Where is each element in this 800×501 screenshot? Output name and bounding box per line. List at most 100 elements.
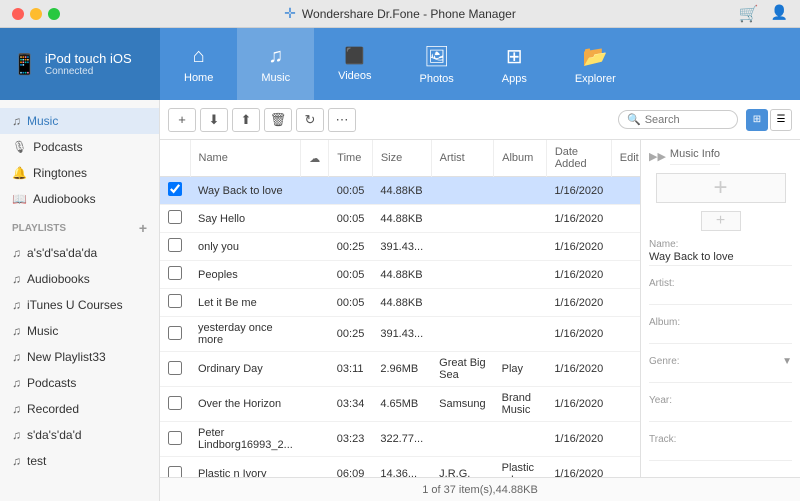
delete-button[interactable]: 🗑: [264, 108, 292, 132]
sidebar-playlist-itunesu[interactable]: ♫ iTunes U Courses: [0, 292, 159, 318]
search-input[interactable]: [645, 114, 725, 126]
more-button[interactable]: ⋯: [328, 108, 356, 132]
playlist-icon-5: ♫: [12, 376, 21, 390]
sidebar-item-ringtones[interactable]: 🔔 Ringtones: [0, 160, 159, 186]
table-container: Name ☁ Time Size Artist Album Date Added…: [160, 140, 800, 477]
sidebar-playlist-music2[interactable]: ♫ Music: [0, 318, 159, 344]
info-track-label: Track:: [649, 434, 792, 445]
row-cloud: [301, 289, 329, 317]
nav-apps-label: Apps: [502, 73, 527, 85]
grid-view-button[interactable]: ⊞: [746, 109, 768, 131]
genre-dropdown-icon[interactable]: ▼: [782, 356, 792, 367]
sidebar-music-label: Music: [27, 114, 58, 128]
row-edit: [611, 205, 640, 233]
table-row[interactable]: Peter Lindborg16993_2... 03:23 322.77...…: [160, 422, 640, 457]
nav-explorer[interactable]: 📂 Explorer: [551, 28, 640, 100]
music-note-icon: ♫: [12, 114, 21, 128]
row-checkbox[interactable]: [168, 182, 182, 196]
nav-photos[interactable]: 🖼 Photos: [396, 28, 478, 100]
table-row[interactable]: Peoples 00:05 44.88KB 1/16/2020: [160, 261, 640, 289]
playlist-label-7: s'da's'da'd: [27, 428, 82, 442]
row-artist: [431, 205, 493, 233]
sidebar-item-podcasts[interactable]: 🎙 Podcasts: [0, 134, 159, 160]
sidebar-playlist-asdada[interactable]: ♫ a's'd'sa'da'da: [0, 240, 159, 266]
row-checkbox[interactable]: [168, 294, 182, 308]
device-name: iPod touch iOS: [45, 51, 132, 66]
row-checkbox[interactable]: [168, 238, 182, 252]
row-checkbox[interactable]: [168, 396, 182, 410]
maximize-button[interactable]: [48, 8, 60, 20]
sidebar-playlist-sdad[interactable]: ♫ s'da's'da'd: [0, 422, 159, 448]
row-album: [494, 261, 547, 289]
sidebar-playlist-audiobooks[interactable]: ♫ Audiobooks: [0, 266, 159, 292]
row-checkbox-cell[interactable]: [160, 205, 190, 233]
list-view-button[interactable]: ☰: [770, 109, 792, 131]
info-name-value: Way Back to love: [649, 251, 792, 266]
nav-home[interactable]: ⌂ Home: [160, 28, 237, 100]
table-row[interactable]: yesterday once more 00:25 391.43... 1/16…: [160, 317, 640, 352]
row-artist: Great Big Sea: [431, 352, 493, 387]
row-checkbox-cell[interactable]: [160, 261, 190, 289]
row-checkbox[interactable]: [168, 326, 182, 340]
close-button[interactable]: [12, 8, 24, 20]
row-checkbox[interactable]: [168, 361, 182, 375]
table-row[interactable]: Plastic n Ivory 06:09 14.36... J.R.G. Pl…: [160, 457, 640, 478]
sidebar-podcasts-label: Podcasts: [33, 140, 82, 154]
row-checkbox-cell[interactable]: [160, 317, 190, 352]
row-checkbox[interactable]: [168, 431, 182, 445]
table-row[interactable]: Let it Be me 00:05 44.88KB 1/16/2020: [160, 289, 640, 317]
row-size: 44.88KB: [372, 289, 431, 317]
add-track-button[interactable]: +: [168, 108, 196, 132]
playlist-label-6: Recorded: [27, 402, 79, 416]
row-checkbox-cell[interactable]: [160, 422, 190, 457]
info-name-label: Name:: [649, 239, 792, 250]
sidebar-playlist-podcasts[interactable]: ♫ Podcasts: [0, 370, 159, 396]
row-checkbox-cell[interactable]: [160, 457, 190, 478]
info-genre-value: [649, 368, 792, 383]
row-artist: [431, 177, 493, 205]
sidebar-item-music[interactable]: ♫ Music: [0, 108, 159, 134]
import-button[interactable]: ⬇: [200, 108, 228, 132]
cart-icon[interactable]: 🛒: [739, 4, 759, 24]
row-checkbox-cell[interactable]: [160, 233, 190, 261]
row-checkbox-cell[interactable]: [160, 177, 190, 205]
row-date: 1/16/2020: [546, 205, 611, 233]
playlists-label: PLAYLISTS: [12, 223, 66, 234]
nav-music[interactable]: ♫ Music: [237, 28, 314, 100]
sidebar-playlist-test[interactable]: ♫ test: [0, 448, 159, 474]
nav-apps[interactable]: ⊞ Apps: [478, 28, 551, 100]
row-cloud: [301, 233, 329, 261]
export-button[interactable]: ⬆: [232, 108, 260, 132]
album-art-plus-icon: +: [713, 174, 727, 202]
playlist-label-1: Audiobooks: [27, 272, 90, 286]
playlist-label-3: Music: [27, 324, 58, 338]
table-row[interactable]: Ordinary Day 03:11 2.96MB Great Big Sea …: [160, 352, 640, 387]
info-album-value: [649, 329, 792, 344]
apps-icon: ⊞: [506, 44, 523, 69]
row-checkbox[interactable]: [168, 210, 182, 224]
ringtone-icon: 🔔: [12, 166, 27, 180]
row-checkbox-cell[interactable]: [160, 387, 190, 422]
row-time: 03:11: [329, 352, 373, 387]
table-row[interactable]: Over the Horizon 03:34 4.65MB Samsung Br…: [160, 387, 640, 422]
row-size: 391.43...: [372, 233, 431, 261]
minimize-button[interactable]: [30, 8, 42, 20]
table-row[interactable]: Way Back to love 00:05 44.88KB 1/16/2020: [160, 177, 640, 205]
sidebar-item-audiobooks[interactable]: 📖 Audiobooks: [0, 186, 159, 212]
table-row[interactable]: Say Hello 00:05 44.88KB 1/16/2020: [160, 205, 640, 233]
row-checkbox-cell[interactable]: [160, 352, 190, 387]
table-row[interactable]: only you 00:25 391.43... 1/16/2020: [160, 233, 640, 261]
add-playlist-button[interactable]: +: [139, 220, 147, 236]
row-checkbox-cell[interactable]: [160, 289, 190, 317]
row-edit: [611, 289, 640, 317]
row-checkbox[interactable]: [168, 266, 182, 280]
refresh-button[interactable]: ↻: [296, 108, 324, 132]
row-name: Over the Horizon: [190, 387, 301, 422]
sidebar-playlist-recorded[interactable]: ♫ Recorded: [0, 396, 159, 422]
user-icon[interactable]: 👤: [771, 4, 788, 24]
sidebar-playlist-newplaylist[interactable]: ♫ New Playlist33: [0, 344, 159, 370]
row-checkbox[interactable]: [168, 466, 182, 478]
playlist-icon-7: ♫: [12, 428, 21, 442]
nav-videos[interactable]: ⬛ Videos: [314, 28, 395, 100]
row-album: [494, 422, 547, 457]
